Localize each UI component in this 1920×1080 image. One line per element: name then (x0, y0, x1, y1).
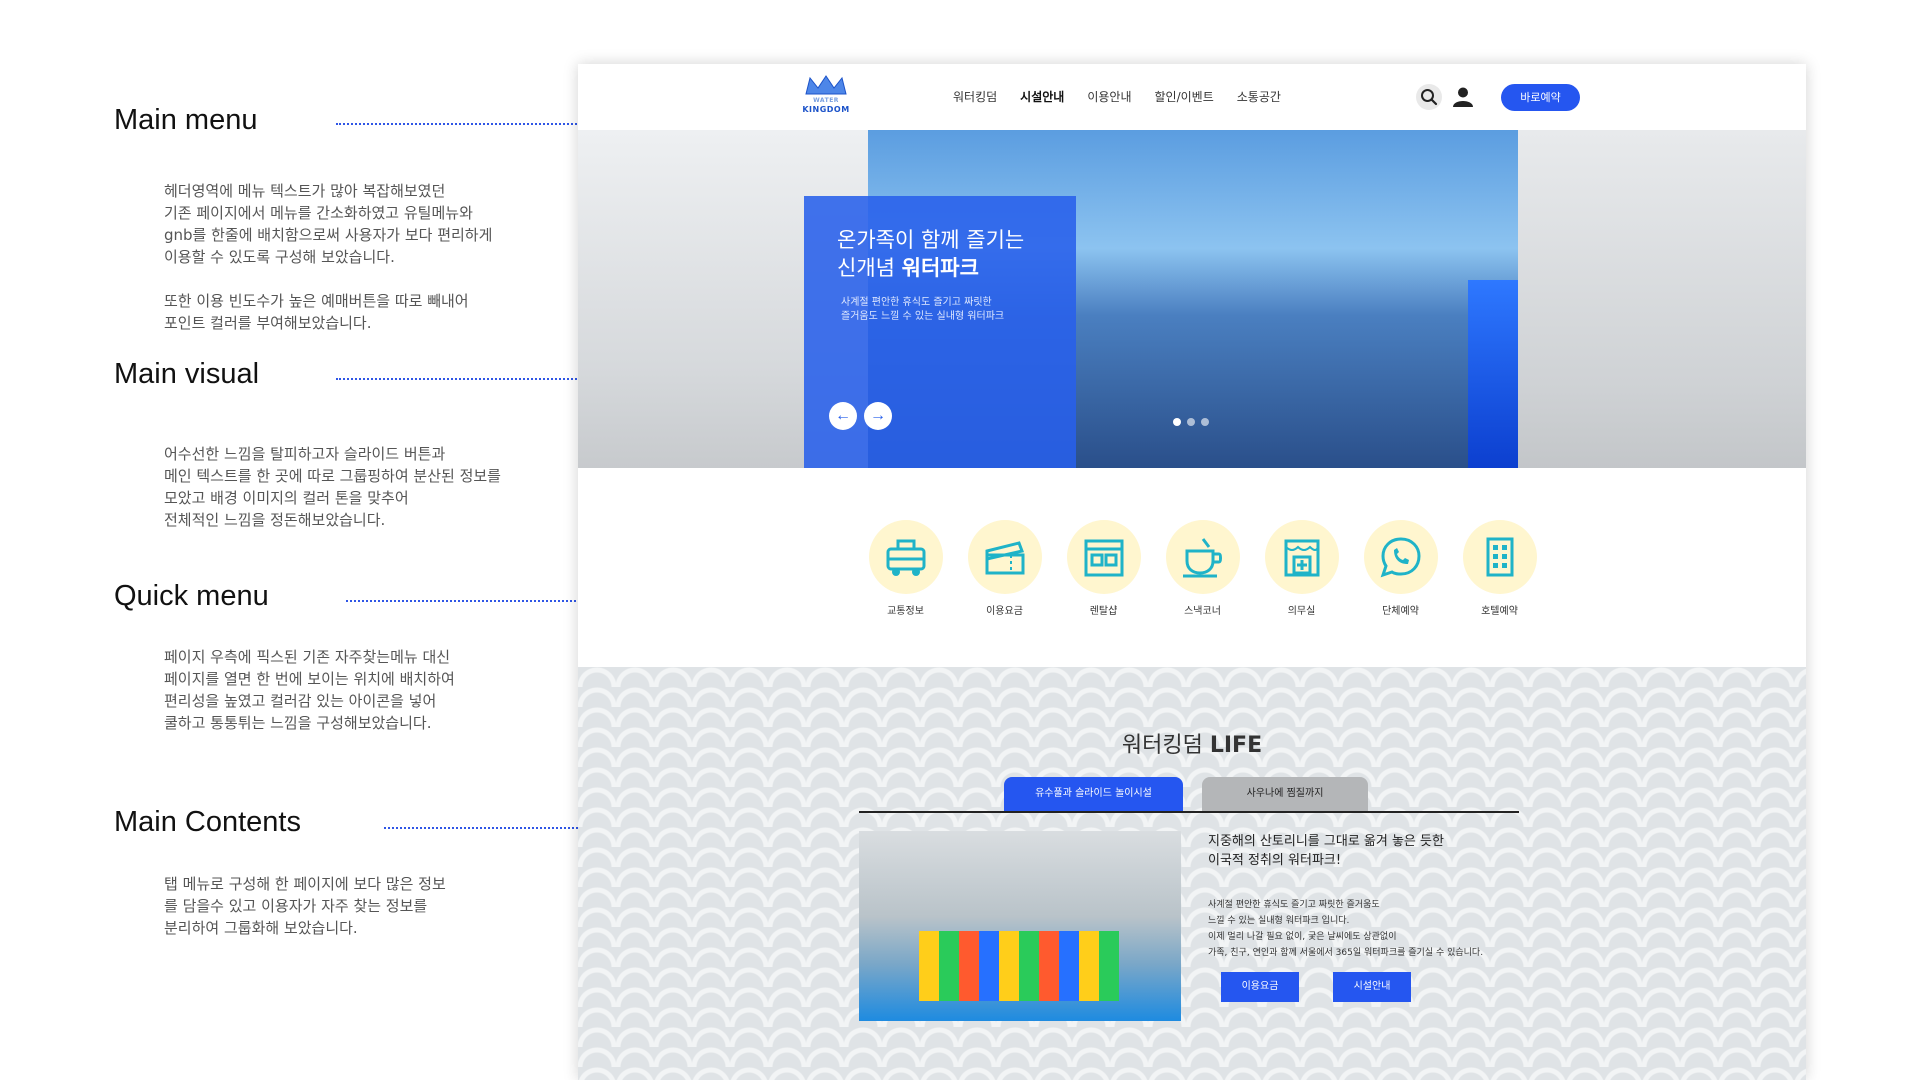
annotation-desc-main-menu: 헤더영역에 메뉴 텍스트가 많아 복잡해보였던 기존 페이지에서 메뉴를 간소화… (164, 182, 493, 332)
coffee-cup-icon (1182, 538, 1222, 578)
main-visual-slider: 온가족이 함께 즐기는 신개념 워터파크 사계절 편안한 휴식도 즐기고 짜릿한… (578, 130, 1806, 468)
life-title-bold: LIFE (1209, 733, 1263, 758)
quick-item-rental[interactable]: 렌탈샵 (1054, 520, 1153, 617)
search-button[interactable] (1416, 84, 1442, 110)
quick-item-price[interactable]: 이용요금 (955, 520, 1054, 617)
visual-heading-line2-bold: 워터파크 (901, 256, 979, 280)
gnb-item-facilities[interactable]: 시설안내 (1020, 88, 1064, 105)
content-heading: 지중해의 산토리니를 그대로 옮겨 놓은 듯한 이국적 정취의 워터파크! (1208, 834, 1444, 868)
quick-item-label: 교통정보 (887, 606, 924, 617)
quick-item-label: 이용요금 (986, 606, 1023, 617)
quick-item-traffic[interactable]: 교통정보 (856, 520, 955, 617)
life-section: 워터킹덤 LIFE 유수풀과 슬라이드 놀이시설 사우나에 찜질까지 지중해의 … (578, 667, 1806, 1080)
quick-item-circle (1165, 520, 1240, 594)
search-icon (1421, 89, 1438, 106)
slide-dot[interactable] (1201, 418, 1209, 426)
waterslide-photo (859, 831, 1181, 1021)
life-section-title: 워터킹덤 LIFE (578, 727, 1806, 759)
gnb-item-waterkingdom[interactable]: 워터킹덤 (953, 88, 997, 105)
crown-icon (805, 75, 847, 95)
tab-underline (859, 811, 1519, 813)
quick-item-circle (1462, 520, 1537, 594)
visual-caption-box: 온가족이 함께 즐기는 신개념 워터파크 사계절 편안한 휴식도 즐기고 짜릿한… (804, 196, 1076, 468)
visual-heading-line2-prefix: 신개념 (837, 256, 902, 280)
shop-icon (1084, 539, 1123, 577)
life-title-prefix: 워터킹덤 (1121, 733, 1210, 758)
gnb-item-usage[interactable]: 이용안내 (1087, 88, 1131, 105)
quick-item-label: 렌탈샵 (1089, 606, 1118, 617)
tab-sauna[interactable]: 사우나에 찜질까지 (1202, 777, 1368, 811)
next-slide-button[interactable]: → (864, 402, 892, 430)
quick-item-medical[interactable]: 의무실 (1252, 520, 1351, 617)
content-body: 사계절 편안한 휴식도 즐기고 짜릿한 즐거움도 느낄 수 있는 실내형 워터파… (1208, 900, 1484, 958)
quick-item-circle (967, 520, 1042, 594)
quick-item-circle (1066, 520, 1141, 594)
bus-icon (886, 539, 925, 576)
visual-subtext: 사계절 편안한 휴식도 즐기고 짜릿한 즐거움도 느낄 수 있는 실내형 워터파… (841, 297, 1005, 322)
quick-item-circle (868, 520, 943, 594)
annotation-desc-main-visual: 어수선한 느낌을 탈피하고자 슬라이드 버튼과 메인 텍스트를 한 곳에 따로 … (164, 445, 501, 529)
quick-item-hotel[interactable]: 호텔예약 (1450, 520, 1549, 617)
visual-heading-line1: 온가족이 함께 즐기는 (837, 228, 1025, 252)
quick-item-label: 호텔예약 (1481, 606, 1518, 617)
annotation-title-quick-menu: Quick menu (114, 580, 269, 612)
ticket-icon (985, 541, 1024, 575)
visual-heading: 온가족이 함께 즐기는 신개념 워터파크 (837, 226, 1024, 282)
slide-dot[interactable] (1187, 418, 1195, 426)
tab-slides[interactable]: 유수풀과 슬라이드 놀이시설 (1004, 777, 1183, 811)
quick-menu: 교통정보 이용요금 렌탈샵 스낵코너 의무실 단체예약 호텔예약 (856, 520, 1549, 617)
medical-icon (1284, 539, 1319, 577)
annotation-desc-quick-menu: 페이지 우측에 픽스된 기존 자주찾는메뉴 대신 페이지를 열면 한 번에 보이… (164, 648, 455, 732)
hotel-icon (1486, 537, 1513, 577)
gnb-item-community[interactable]: 소통공간 (1237, 88, 1281, 105)
whatsapp-icon (1380, 537, 1421, 578)
arrow-right-icon: → (870, 407, 886, 424)
price-button[interactable]: 이용요금 (1221, 972, 1299, 1002)
quick-item-group[interactable]: 단체예약 (1351, 520, 1450, 617)
user-icon (1453, 87, 1473, 107)
facility-button[interactable]: 시설안내 (1333, 972, 1411, 1002)
logo-text: KINGDOM (802, 105, 850, 114)
waterslide-image-lanes (919, 931, 1119, 1001)
prev-slide-button[interactable]: ← (829, 402, 857, 430)
arrow-left-icon: ← (835, 407, 851, 424)
site-logo[interactable]: WATER KINGDOM (798, 74, 854, 120)
book-now-button[interactable]: 바로예약 (1501, 84, 1580, 111)
user-button[interactable] (1450, 84, 1476, 110)
site-header: WATER KINGDOM 워터킹덤 시설안내 이용안내 할인/이벤트 소통공간… (578, 64, 1806, 130)
visual-bg-right-image (1518, 130, 1806, 468)
annotation-title-main-menu: Main menu (114, 104, 258, 136)
quick-item-snack[interactable]: 스낵코너 (1153, 520, 1252, 617)
logo-small-text: WATER (813, 97, 839, 104)
quick-item-circle (1264, 520, 1339, 594)
slide-pagination (1173, 418, 1209, 426)
quick-item-circle (1363, 520, 1438, 594)
annotation-title-main-contents: Main Contents (114, 806, 301, 838)
annotation-title-main-visual: Main visual (114, 358, 260, 390)
quick-item-label: 단체예약 (1382, 606, 1419, 617)
annotation-panel: Main menu 헤더영역에 메뉴 텍스트가 많아 복잡해보였던 기존 페이지… (0, 0, 874, 1080)
quick-item-label: 스낵코너 (1184, 606, 1221, 617)
gnb-item-events[interactable]: 할인/이벤트 (1155, 88, 1214, 105)
website-mockup: WATER KINGDOM 워터킹덤 시설안내 이용안내 할인/이벤트 소통공간… (578, 64, 1806, 1080)
global-nav: 워터킹덤 시설안내 이용안내 할인/이벤트 소통공간 (953, 88, 1304, 105)
quick-item-label: 의무실 (1287, 606, 1316, 617)
annotation-desc-main-contents: 탭 메뉴로 구성해 한 페이지에 보다 많은 정보 를 담을수 있고 이용자가 … (164, 875, 446, 937)
slide-dot[interactable] (1173, 418, 1181, 426)
